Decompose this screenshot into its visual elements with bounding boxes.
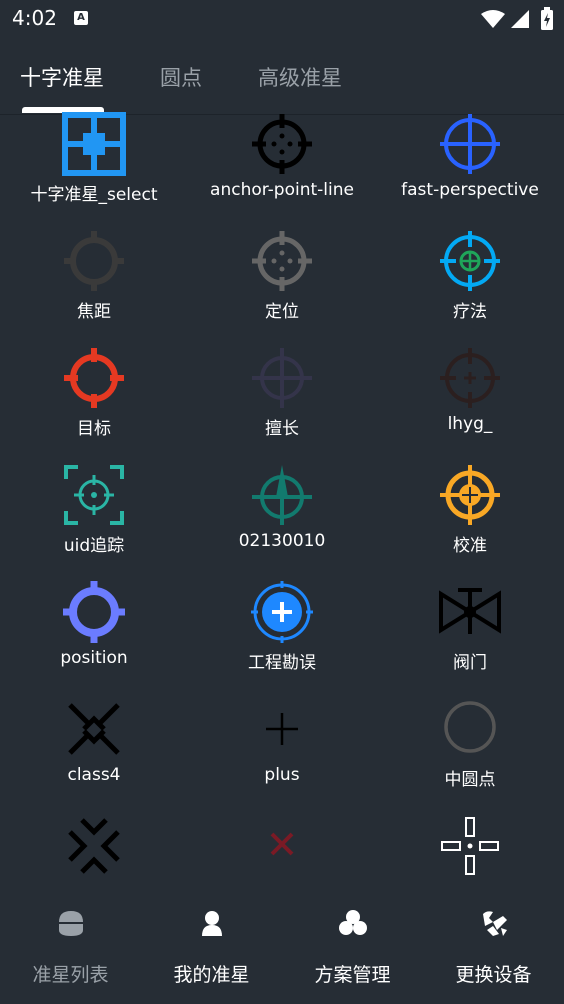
bottom-nav: 准星列表 我的准星 方案管理 更换设备	[0, 888, 564, 1004]
nav-crosshair-list[interactable]: 准星列表	[0, 888, 141, 1004]
crosshair-item[interactable]	[376, 814, 564, 888]
crosshair-label: 十字准星_select	[30, 185, 158, 205]
ring-plus-crosshair-icon	[440, 348, 500, 408]
crosshair-item[interactable]: 中圆点	[376, 697, 564, 814]
crosshair-item[interactable]: lhyg_	[376, 346, 564, 463]
tab-dot[interactable]: 圆点	[160, 62, 202, 92]
nav-label: 方案管理	[314, 964, 391, 986]
circle-icon	[444, 701, 496, 753]
crosshair-item[interactable]: 十字准星_select	[0, 112, 188, 229]
wifi-icon	[481, 10, 505, 28]
crosshair-label: position	[60, 648, 128, 668]
arrow-ring-crosshair-icon	[252, 465, 312, 525]
x-icon	[270, 832, 294, 856]
crosshair-label: 疗法	[453, 302, 487, 322]
crosshair-item[interactable]: uid追踪	[0, 463, 188, 580]
crosshair-item[interactable]: 目标	[0, 346, 188, 463]
crosshair-item[interactable]	[188, 814, 376, 888]
crosshair-label: 02130010	[238, 531, 326, 551]
status-bar: 4:02 A	[0, 0, 564, 38]
crosshair-label: anchor-point-line	[210, 180, 354, 200]
bracket-dotted-ring-icon	[64, 465, 124, 525]
crosshair-label: 擅长	[265, 419, 299, 439]
ring-crosshair-icon	[64, 231, 124, 291]
x-chevron-icon	[68, 703, 120, 755]
crosshair-item[interactable]: 阀门	[376, 580, 564, 697]
crosshair-label: 工程勘误	[248, 653, 316, 673]
crosshair-label: plus	[264, 765, 300, 785]
crosshair-label: class4	[67, 765, 121, 785]
crosshair-label: 中圆点	[444, 770, 496, 790]
ring-plus-crosshair-icon	[252, 348, 312, 408]
crosshair-label: 焦距	[77, 302, 111, 322]
crosshair-item[interactable]: 焦距	[0, 229, 188, 346]
grid-square-crosshair-icon	[62, 112, 126, 176]
target-crosshair-icon	[440, 465, 500, 525]
nav-label: 准星列表	[32, 964, 109, 986]
crosshair-item[interactable]: anchor-point-line	[188, 112, 376, 229]
crosshair-label: lhyg_	[447, 414, 493, 434]
crosshair-label: 定位	[265, 302, 299, 322]
thick-ring-crosshair-icon	[63, 581, 125, 643]
crosshair-grid: 十字准星_select anchor-point-line fast-persp…	[0, 112, 564, 888]
crosshair-item[interactable]: 擅长	[188, 346, 376, 463]
notification-badge-icon: A	[74, 11, 88, 25]
crosshair-item[interactable]: plus	[188, 697, 376, 814]
tab-bar: 十字准星 圆点 高级准星	[0, 48, 564, 115]
crosshair-item[interactable]: class4	[0, 697, 188, 814]
nav-label: 我的准星	[173, 964, 250, 986]
battery-icon	[541, 7, 553, 30]
nav-change-device[interactable]: 更换设备	[423, 888, 564, 1004]
plus-icon	[266, 713, 298, 745]
tab-advanced[interactable]: 高级准星	[258, 62, 342, 92]
crosshair-item[interactable]	[0, 814, 188, 888]
crosshair-item[interactable]: 疗法	[376, 229, 564, 346]
nav-my-crosshair[interactable]: 我的准星	[141, 888, 282, 1004]
nav-label: 更换设备	[455, 964, 532, 986]
crosshair-label: 阀门	[453, 653, 487, 673]
crosshair-label: fast-perspective	[401, 180, 539, 200]
dotted-ring-crosshair-icon	[252, 114, 312, 174]
crosshair-list-icon	[59, 911, 83, 936]
ring-crosshair-icon	[64, 348, 124, 408]
nav-scheme-management[interactable]: 方案管理	[282, 888, 423, 1004]
status-time: 4:02	[12, 6, 57, 30]
crosshair-item[interactable]: fast-perspective	[376, 112, 564, 229]
crosshair-label: uid追踪	[63, 536, 125, 556]
double-ring-crosshair-icon	[440, 231, 500, 291]
tab-crosshair[interactable]: 十字准星	[20, 62, 104, 92]
dotted-ring-crosshair-icon	[252, 231, 312, 291]
device-switch-icon	[483, 911, 507, 936]
crosshair-label: 校准	[453, 536, 487, 556]
open-crosshair-icon	[441, 817, 499, 875]
crosshair-item[interactable]: 工程勘误	[188, 580, 376, 697]
crosshair-item[interactable]: position	[0, 580, 188, 697]
person-icon	[202, 911, 222, 936]
crosshair-item[interactable]: 定位	[188, 229, 376, 346]
scheme-icon	[339, 910, 367, 935]
signal-icon	[511, 10, 529, 28]
ring-plus-crosshair-icon	[440, 114, 500, 174]
crosshair-label: 目标	[77, 419, 111, 439]
crosshair-item[interactable]: 02130010	[188, 463, 376, 580]
valve-icon	[439, 588, 501, 634]
filled-plus-circle-icon	[251, 581, 313, 643]
x-chevron-icon	[68, 818, 120, 874]
crosshair-item[interactable]: 校准	[376, 463, 564, 580]
